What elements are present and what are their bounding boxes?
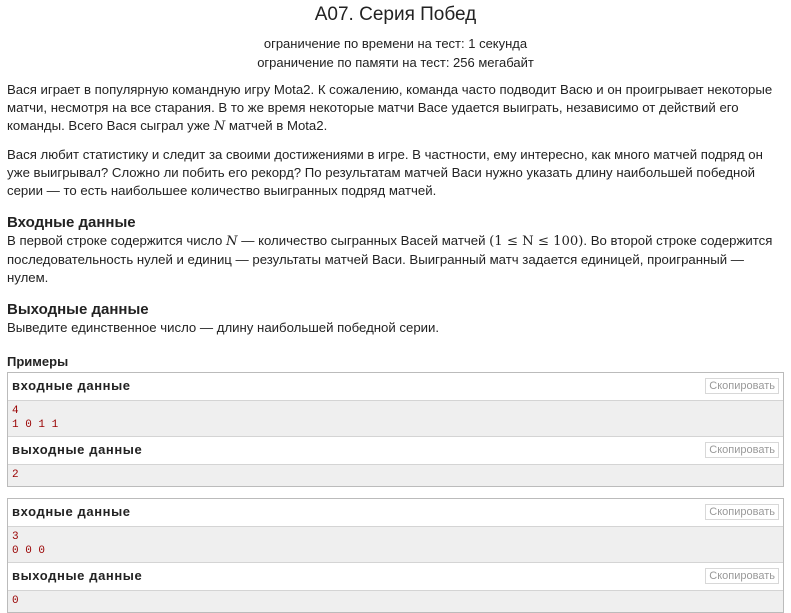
input-label: входные данные xyxy=(12,504,131,519)
math-variable: N xyxy=(226,234,238,249)
math-variable: N xyxy=(213,119,226,134)
math-constraint: (1 ≤ N ≤ 100) xyxy=(489,234,584,249)
copy-output-button[interactable]: Скопировать xyxy=(705,568,779,584)
output-block: выходные данные Скопировать 2 xyxy=(8,437,783,486)
input-spec-title: Входные данные xyxy=(7,214,136,231)
output-spec-title: Выходные данные xyxy=(7,301,149,318)
problem-statement: A07. Серия Побед ограничение по времени … xyxy=(0,4,791,613)
input-block: входные данные Скопировать 4 1 0 1 1 xyxy=(8,373,783,437)
input-spec-text-part: — количество сыгранных Васей матчей xyxy=(237,233,490,248)
copy-input-button[interactable]: Скопировать xyxy=(705,504,779,520)
legend-text: Вася играет в популярную командную игру … xyxy=(7,82,773,133)
input-label: входные данные xyxy=(12,378,131,393)
sample-test: входные данные Скопировать 4 1 0 1 1 выходн… xyxy=(7,372,784,487)
input-content: 4 1 0 1 1 xyxy=(8,401,783,437)
legend-text: матчей в Mota2. xyxy=(225,118,328,133)
output-header: выходные данные Скопировать xyxy=(8,437,783,465)
output-label: выходные данные xyxy=(12,568,143,583)
legend-paragraph-2: Вася любит статистику и следит за своими… xyxy=(7,147,763,198)
legend: Вася играет в популярную командную игру … xyxy=(7,81,784,337)
input-spec-text-part: В первой строке содержится число xyxy=(7,233,227,248)
problem-title: A07. Серия Побед xyxy=(314,4,477,25)
copy-output-button[interactable]: Скопировать xyxy=(705,442,779,458)
limits: ограничение по времени на тест: 1 секунд… xyxy=(7,34,784,72)
output-header: выходные данные Скопировать xyxy=(8,563,783,591)
memory-limit: ограничение по памяти на тест: 256 мегаб… xyxy=(257,55,534,70)
output-spec-text: Выведите единственное число — длину наиб… xyxy=(7,320,440,335)
output-label: выходные данные xyxy=(12,442,143,457)
sample-test: входные данные Скопировать 3 0 0 0 выходные… xyxy=(7,498,784,613)
examples-title: Примеры xyxy=(7,354,69,369)
output-content: 0 xyxy=(8,591,783,612)
output-block: выходные данные Скопировать 0 xyxy=(8,563,783,612)
input-block: входные данные Скопировать 3 0 0 0 xyxy=(8,499,783,563)
copy-input-button[interactable]: Скопировать xyxy=(705,378,779,394)
time-limit: ограничение по времени на тест: 1 секунд… xyxy=(263,36,528,51)
output-content: 2 xyxy=(8,465,783,486)
input-content: 3 0 0 0 xyxy=(8,527,783,563)
sample-tests: входные данные Скопировать 4 1 0 1 1 выходн… xyxy=(7,372,784,613)
legend-paragraph-1: Вася играет в популярную командную игру … xyxy=(7,81,784,136)
input-header: входные данные Скопировать xyxy=(8,499,783,527)
input-spec-text: В первой строке содержится число N — кол… xyxy=(7,232,784,287)
input-header: входные данные Скопировать xyxy=(8,373,783,401)
